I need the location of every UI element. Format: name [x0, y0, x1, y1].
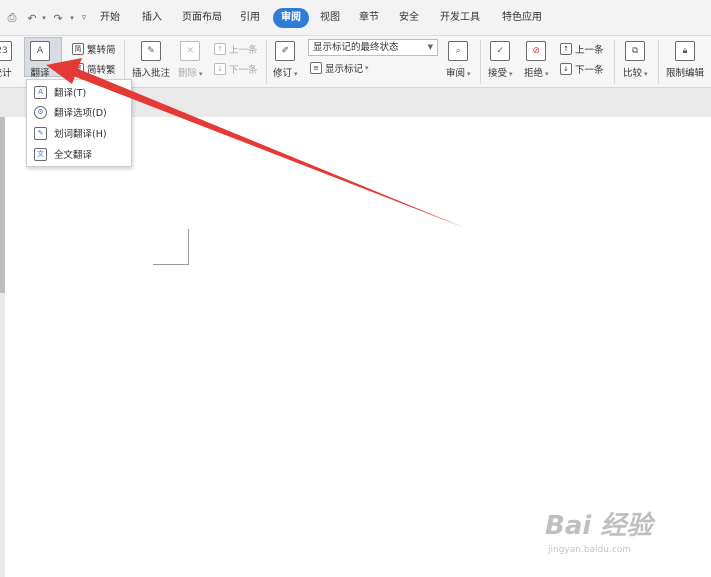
lock-document-icon: 🔒︎	[675, 41, 695, 61]
trad-to-simp-button[interactable]: 简繁转简	[72, 42, 116, 56]
translate-icon: A	[30, 41, 50, 61]
next-comment-button[interactable]: ↓ 下一条	[214, 62, 258, 76]
menu-item-full-translate[interactable]: 文全文翻译	[27, 144, 131, 164]
previous-comment-icon: ↑	[214, 43, 226, 55]
menu-item-translate[interactable]: A 翻译(T)	[27, 82, 131, 102]
document-translate-icon: 文	[34, 147, 47, 161]
display-mode-select[interactable]: 显示标记的最终状态 ▼	[308, 39, 438, 56]
menu-item-word-translate[interactable]: ✎ 划词翻译(H)	[27, 123, 131, 143]
previous-comment-button[interactable]: ↑ 上一条	[214, 42, 258, 56]
insert-comment-button[interactable]: ✎ 插入批注	[132, 41, 170, 79]
tab-home[interactable]: 开始	[96, 8, 124, 28]
simp-to-trad-button[interactable]: 繁简转繁	[72, 62, 116, 76]
chevron-down-icon: ▾	[467, 70, 471, 78]
redo-icon[interactable]: ↷	[52, 9, 64, 27]
chevron-down-icon: ▾	[199, 70, 203, 78]
show-markup-button[interactable]: ≡ 显示标记 ▾	[310, 61, 369, 75]
translate-button[interactable]: A 翻译	[30, 41, 50, 79]
chevron-down-icon: ▾	[294, 70, 298, 78]
ribbon-separator	[480, 40, 481, 84]
chevron-down-icon: ▾	[545, 70, 549, 78]
tab-references[interactable]: 引用	[236, 8, 264, 28]
next-change-icon: ↓	[560, 63, 572, 75]
print-preview-icon[interactable]: ⎙	[5, 9, 19, 27]
insert-comment-icon: ✎	[141, 41, 161, 61]
reject-icon: ⊘	[526, 41, 547, 61]
customize-toolbar-icon[interactable]: ▿	[79, 9, 89, 27]
word-count-icon: 23	[0, 41, 12, 61]
review-pane-button[interactable]: ⌕ 审阅 ▾	[446, 41, 471, 79]
baidu-watermark-url: jingyan.baidu.com	[548, 545, 632, 555]
next-comment-icon: ↓	[214, 63, 226, 75]
previous-change-button[interactable]: ↑ 上一条	[560, 42, 604, 56]
tab-security[interactable]: 安全	[395, 8, 423, 28]
track-changes-icon: ✐	[275, 41, 296, 61]
tab-developer-tools[interactable]: 开发工具	[436, 8, 484, 28]
show-markup-icon: ≡	[310, 62, 322, 74]
tab-view[interactable]: 视图	[316, 8, 344, 28]
simp-to-trad-icon: 繁	[72, 63, 84, 75]
chevron-down-icon: ▾	[365, 64, 369, 72]
accept-button[interactable]: ✓ 接受 ▾	[488, 41, 513, 79]
accept-icon: ✓	[490, 41, 511, 61]
compare-icon: ⧉	[625, 41, 646, 61]
tab-page-layout[interactable]: 页面布局	[178, 8, 226, 28]
ribbon-separator	[614, 40, 615, 84]
previous-change-icon: ↑	[560, 43, 572, 55]
tab-chapter[interactable]: 章节	[355, 8, 383, 28]
tab-featured-apps[interactable]: 特色应用	[498, 8, 546, 28]
reject-button[interactable]: ⊘ 拒绝 ▾	[524, 41, 549, 79]
redo-dropdown-icon[interactable]: ▾	[68, 9, 76, 27]
translate-dropdown-menu: A 翻译(T) ⚙ 翻译选项(D) ✎ 划词翻译(H) 文全文翻译	[26, 79, 132, 167]
compare-button[interactable]: ⧉ 比较 ▾	[623, 41, 648, 79]
baidu-watermark-logo: Bai 经验	[545, 511, 653, 541]
tab-review[interactable]: 审阅	[273, 8, 309, 28]
undo-icon[interactable]: ↶	[26, 9, 38, 27]
restrict-editing-button[interactable]: 🔒︎ 限制编辑	[666, 41, 704, 79]
settings-icon: ⚙	[34, 105, 47, 119]
delete-comment-button[interactable]: ✕ 删除 ▾	[178, 41, 203, 79]
tab-insert[interactable]: 插入	[138, 8, 166, 28]
track-changes-button[interactable]: ✐ 修订 ▾	[273, 41, 298, 79]
undo-dropdown-icon[interactable]: ▾	[40, 9, 48, 27]
ribbon-separator	[266, 40, 267, 84]
translate-icon: A	[34, 85, 47, 99]
menu-item-translate-options[interactable]: ⚙ 翻译选项(D)	[27, 102, 131, 122]
trad-to-simp-icon: 简	[72, 43, 84, 55]
margin-corner-mark	[188, 229, 189, 265]
margin-corner-mark	[153, 264, 189, 265]
menu-tab-bar: ⎙ ↶ ▾ ↷ ▾ ▿ 开始 插入 页面布局 引用 审阅 视图 章节 安全 开发…	[0, 0, 711, 36]
delete-comment-icon: ✕	[180, 41, 201, 61]
ribbon-separator	[658, 40, 659, 84]
word-select-translate-icon: ✎	[34, 126, 47, 140]
word-count-button[interactable]: 23 统计	[0, 41, 12, 79]
chevron-down-icon: ▼	[427, 43, 433, 51]
chevron-down-icon: ▾	[509, 70, 513, 78]
next-change-button[interactable]: ↓ 下一条	[560, 62, 604, 76]
review-pane-icon: ⌕	[448, 41, 469, 61]
chevron-down-icon: ▾	[644, 70, 648, 78]
ribbon-separator	[124, 40, 125, 84]
